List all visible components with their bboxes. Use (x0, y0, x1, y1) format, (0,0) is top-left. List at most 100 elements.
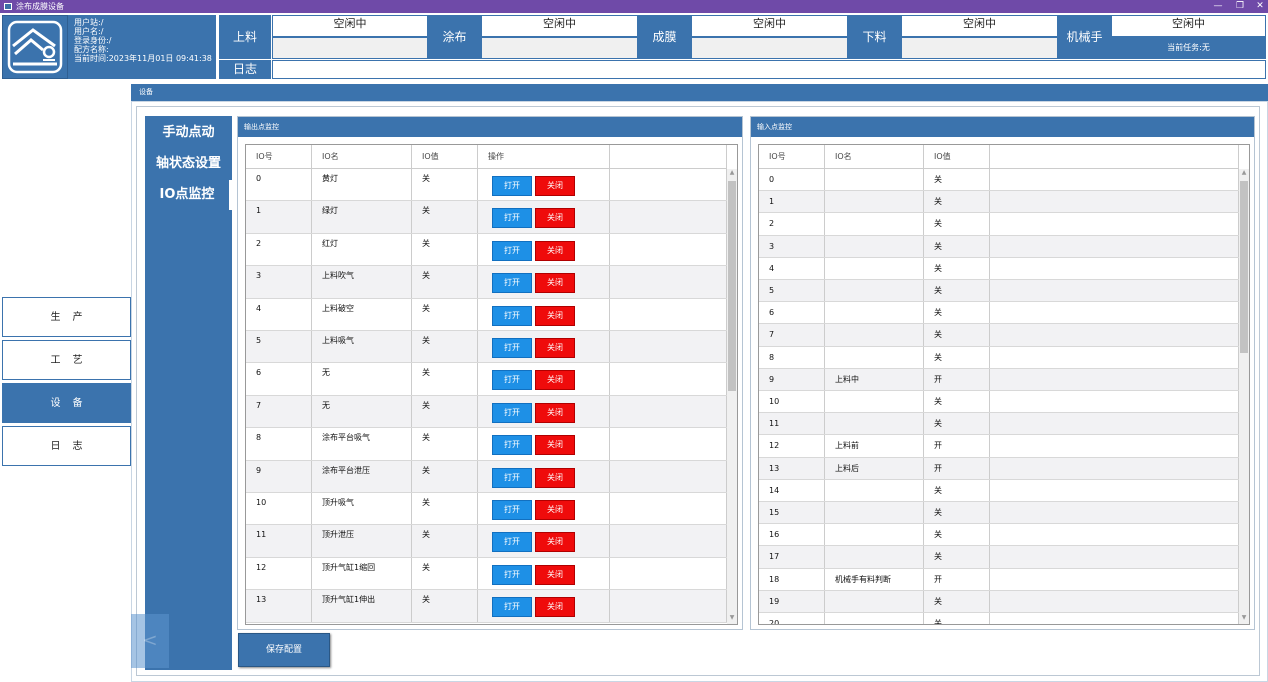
input-scrollbar[interactable]: ▲ ▼ (1239, 169, 1249, 624)
save-config-button[interactable]: 保存配置 (238, 633, 330, 667)
io-no: 8 (759, 346, 825, 368)
table-row: 5 上料吸气关打开 关闭 (246, 331, 727, 364)
table-row: 8关 (759, 346, 1239, 369)
close-button[interactable]: 关闭 (535, 370, 575, 391)
close-button[interactable]: 关闭 (535, 564, 575, 585)
table-row: 16 关 (759, 524, 1239, 547)
scroll-down-icon[interactable]: ▼ (1239, 614, 1249, 621)
subnav-axis-status[interactable]: 轴状态设置 (145, 149, 232, 179)
output-scroll-thumb[interactable] (728, 181, 736, 391)
io-value: 关 (412, 363, 478, 395)
back-arrow-icon[interactable]: < (131, 614, 169, 668)
close-button[interactable]: 关闭 (535, 597, 575, 618)
table-row: 0 黄灯关打开 关闭 (246, 169, 727, 202)
close-button[interactable]: 关闭 (535, 240, 575, 261)
open-button[interactable]: 打开 (492, 500, 532, 520)
scroll-up-icon[interactable]: ▲ (727, 169, 737, 176)
open-button[interactable]: 打开 (492, 305, 532, 326)
station-label-robot: 机械手 (1058, 15, 1111, 59)
io-no: 4 (759, 257, 825, 279)
open-button[interactable]: 打开 (492, 338, 532, 358)
close-button[interactable]: 关闭 (535, 208, 575, 229)
io-no: 16 (759, 524, 825, 546)
close-button[interactable]: 关闭 (535, 435, 575, 456)
nav-process[interactable]: 工艺 (2, 340, 131, 380)
io-name: 涂布平台吸气 (312, 428, 412, 460)
output-table: IO号 IO名 IO值 操作 0 黄灯关打开 关闭 1 绿灯关打开 关闭 2 红灯关打开 关闭 3… (245, 144, 738, 625)
table-row: 9 涂布平台泄压关打开 关闭 (246, 460, 727, 493)
io-value: 开 (924, 568, 990, 590)
close-button[interactable]: 关闭 (535, 338, 575, 358)
close-button[interactable]: 关闭 (535, 176, 575, 196)
factory-robot-logo-icon (2, 15, 68, 79)
subnav-manual-jog[interactable]: 手动点动 (145, 118, 232, 148)
close-window-button[interactable]: ✕ (1249, 0, 1268, 13)
io-name (825, 324, 924, 346)
open-button[interactable]: 打开 (492, 467, 532, 488)
io-no: 5 (246, 331, 312, 363)
open-button[interactable]: 打开 (492, 208, 532, 229)
table-row: 15 关 (759, 502, 1239, 525)
io-extra (990, 568, 1239, 590)
io-extra (990, 191, 1239, 213)
close-button[interactable]: 关闭 (535, 500, 575, 520)
table-row: 6关 (759, 302, 1239, 325)
io-no: 10 (246, 493, 312, 525)
io-extra (610, 493, 727, 525)
minimize-button[interactable]: — (1207, 0, 1229, 13)
open-button[interactable]: 打开 (492, 564, 532, 585)
close-button[interactable]: 关闭 (535, 273, 575, 294)
io-no: 14 (759, 479, 825, 501)
close-button[interactable]: 关闭 (535, 402, 575, 423)
window-title: 涂布成膜设备 (16, 2, 64, 11)
io-value: 关 (924, 502, 990, 524)
open-button[interactable]: 打开 (492, 370, 532, 391)
io-extra (610, 460, 727, 492)
open-button[interactable]: 打开 (492, 597, 532, 618)
header-extra (990, 145, 1239, 168)
open-button[interactable]: 打开 (492, 532, 532, 553)
restore-button[interactable]: ❐ (1229, 0, 1251, 13)
open-button[interactable]: 打开 (492, 240, 532, 261)
io-extra (990, 613, 1239, 624)
io-operation: 打开 关闭 (478, 331, 610, 363)
io-value: 关 (412, 525, 478, 557)
io-value: 关 (412, 493, 478, 525)
io-operation: 打开 关闭 (478, 169, 610, 201)
user-info-panel: 用户站:/ 用户名:/ 登录身份:/ 配方名称: 当前时间:2023年11月01… (68, 15, 216, 79)
close-button[interactable]: 关闭 (535, 467, 575, 488)
station-sub-robot: 当前任务:无 (1111, 37, 1266, 59)
open-button[interactable]: 打开 (492, 273, 532, 294)
io-no: 4 (246, 298, 312, 330)
io-name: 顶升气缸1伸出 (312, 590, 412, 622)
io-name (825, 590, 924, 612)
io-no: 11 (246, 525, 312, 557)
input-card-title: 输入点监控 (751, 117, 1254, 137)
open-button[interactable]: 打开 (492, 176, 532, 196)
open-button[interactable]: 打开 (492, 435, 532, 456)
io-extra (610, 298, 727, 330)
nav-log[interactable]: 日志 (2, 426, 131, 466)
io-name (825, 191, 924, 213)
input-scroll-thumb[interactable] (1240, 181, 1248, 353)
nav-equipment[interactable]: 设备 (2, 383, 131, 423)
io-extra (990, 302, 1239, 324)
header-io-name: IO名 (825, 145, 924, 168)
panel-title: 设备 (131, 84, 1268, 101)
close-button[interactable]: 关闭 (535, 305, 575, 326)
output-scrollbar[interactable]: ▲ ▼ (727, 169, 737, 624)
io-operation: 打开 关闭 (478, 460, 610, 492)
scroll-down-icon[interactable]: ▼ (727, 614, 737, 621)
output-table-header: IO号 IO名 IO值 操作 (246, 145, 727, 169)
io-operation: 打开 关闭 (478, 557, 610, 590)
app-icon (4, 3, 12, 10)
io-no: 9 (246, 460, 312, 492)
header-io-value: IO值 (412, 145, 478, 168)
close-button[interactable]: 关闭 (535, 532, 575, 553)
io-operation: 打开 关闭 (478, 395, 610, 428)
open-button[interactable]: 打开 (492, 402, 532, 423)
subnav-io-monitor[interactable]: IO点监控 (145, 180, 232, 210)
nav-production[interactable]: 生产 (2, 297, 131, 337)
scroll-up-icon[interactable]: ▲ (1239, 169, 1249, 176)
io-value: 关 (412, 590, 478, 622)
